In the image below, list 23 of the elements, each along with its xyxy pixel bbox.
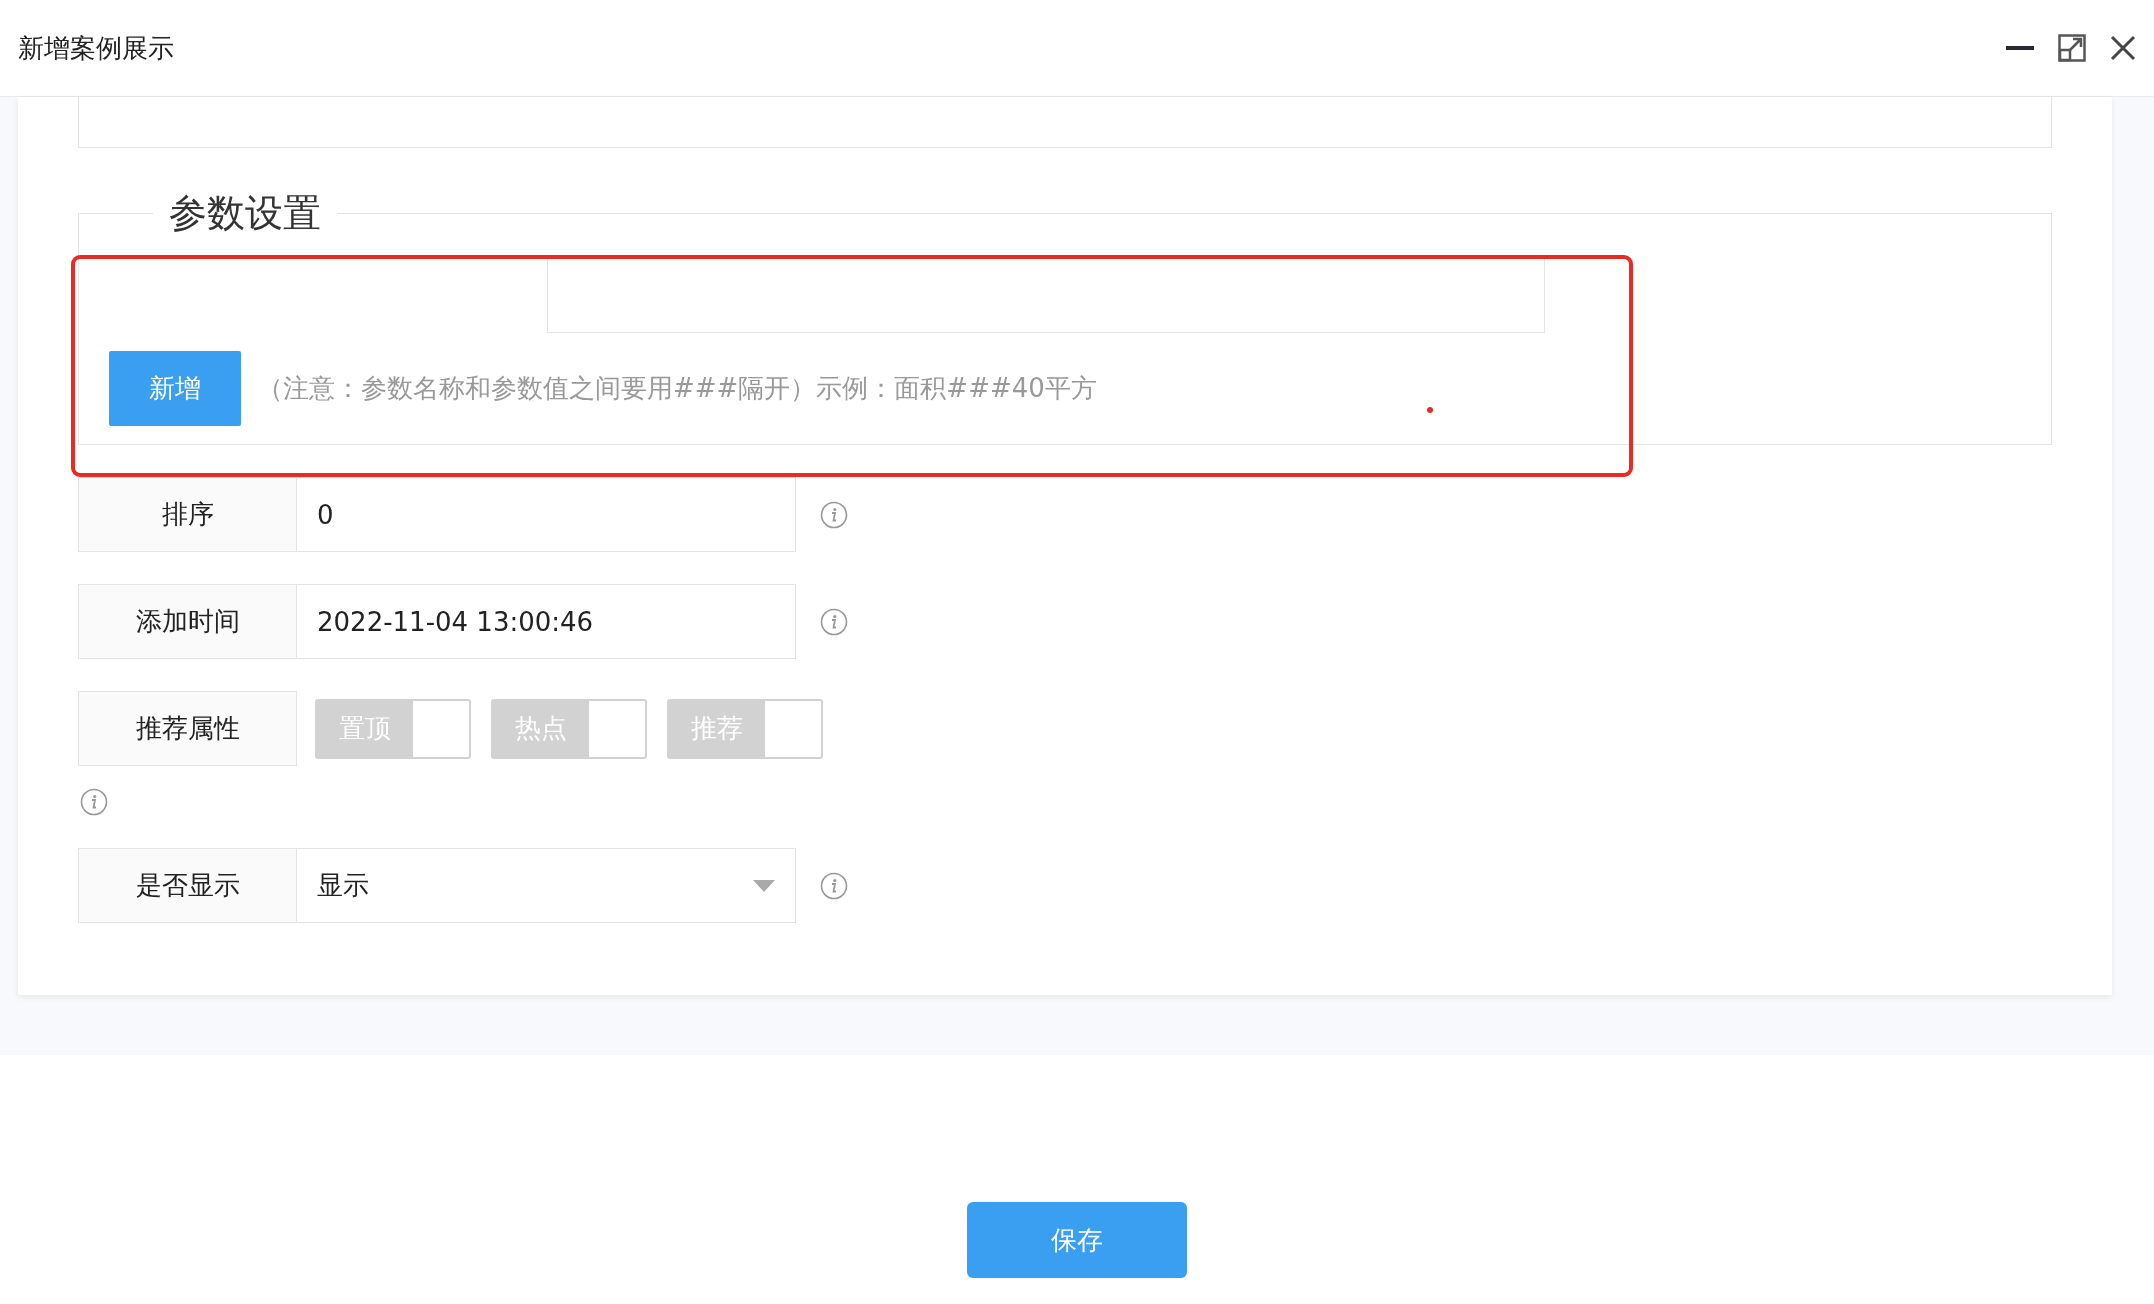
caret-icon <box>753 879 775 892</box>
info-icon[interactable] <box>80 788 108 816</box>
marker-dot <box>1427 407 1433 413</box>
close-icon[interactable] <box>2110 35 2136 61</box>
hint-text: （注意：参数名称和参数值之间要用###隔开）示例：面积###40平方 <box>257 372 1097 405</box>
input-field[interactable]: 0 <box>297 477 796 552</box>
select-field[interactable]: 显示 <box>297 848 796 923</box>
input-field[interactable]: 2022-11-04 13:00:46 <box>297 584 796 659</box>
parameter-input[interactable] <box>547 257 1545 333</box>
field-label: 是否显示 <box>78 848 297 923</box>
window-title: 新增案例展示 <box>18 31 174 65</box>
section-title: 参数设置 <box>168 190 322 237</box>
save-button[interactable]: 保存 <box>967 1202 1187 1278</box>
info-icon[interactable] <box>820 500 848 529</box>
maximize-icon[interactable] <box>2058 34 2086 62</box>
field-label: 排序 <box>78 477 297 552</box>
add-button[interactable]: 新增 <box>109 351 241 426</box>
field-label: 推荐属性 <box>78 691 297 766</box>
info-icon[interactable] <box>820 871 848 900</box>
select-value: 显示 <box>317 869 369 902</box>
minimize-icon[interactable] <box>2006 45 2034 51</box>
field-label: 添加时间 <box>78 584 297 659</box>
info-icon[interactable] <box>820 607 848 636</box>
